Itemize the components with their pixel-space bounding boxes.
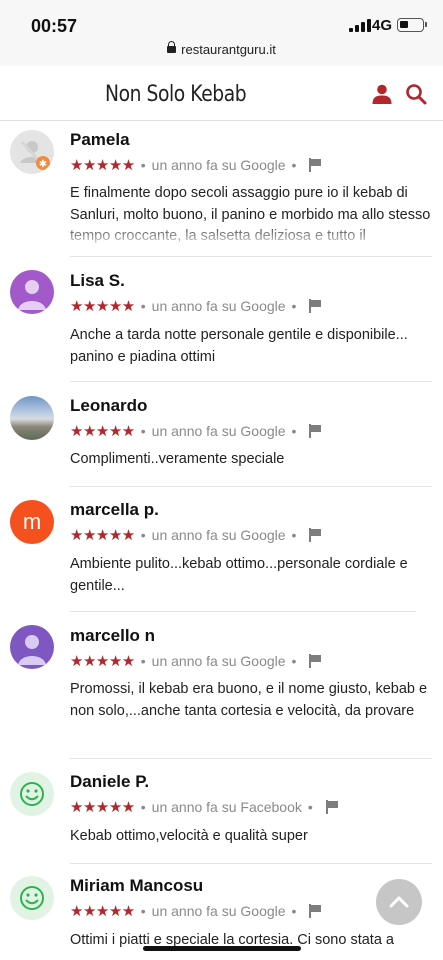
reviewer-name[interactable]: Lisa S. [70,271,125,291]
flag-icon[interactable] [309,528,322,542]
chevron-up-icon [389,896,409,908]
person-icon [10,625,54,669]
reviewer-name[interactable]: marcella p. [70,500,159,520]
divider [70,863,432,864]
review-date-source: un anno fa su Google [151,298,286,314]
search-icon[interactable] [405,83,427,105]
rating-stars: ★★★★★ [70,157,135,174]
photo-avatar [10,396,54,440]
home-indicator[interactable] [143,946,301,951]
reviewer-name[interactable]: Miriam Mancosu [70,876,203,896]
rating-stars: ★★★★★ [70,298,135,315]
default-avatar-icon: ✱ [10,130,54,174]
reviewer-name[interactable]: Pamela [70,130,130,150]
user-icon[interactable] [371,83,393,105]
divider [70,381,432,382]
review-text: Kebab ottimo,velocità e qualità super [70,828,308,844]
svg-text:✱: ✱ [39,159,47,170]
flag-icon[interactable] [309,158,322,172]
battery-icon [397,18,427,32]
review-meta: ★★★★★ • un anno fa su Google • [70,422,322,440]
smiley-icon [10,772,54,816]
review-date-source: un anno fa su Google [151,157,286,173]
divider [70,256,432,257]
review-meta: ★★★★★ • un anno fa su Google • [70,156,322,174]
review-text: Anche a tarda notte personale gentile e … [70,327,408,365]
review-date-source: un anno fa su Google [151,423,286,439]
reviewer-name[interactable]: Daniele P. [70,772,149,792]
divider [70,758,432,759]
address-bar[interactable]: restaurantguru.it [0,41,443,57]
letter-avatar: m [10,500,54,544]
review-date-source: un anno fa su Facebook [151,799,302,815]
site-header: Non Solo Kebab [0,67,443,121]
status-bar: 00:57 4G restaurantguru.it [0,0,443,66]
review-meta: ★★★★★ • un anno fa su Google • [70,297,322,315]
divider [70,486,432,487]
review-meta: ★★★★★ • un anno fa su Google • [70,526,322,544]
signal-icon [349,19,371,32]
address-url: restaurantguru.it [181,42,276,57]
review-meta: ★★★★★ • un anno fa su Google • [70,652,322,670]
review-text: Ambiente pulito...kebab ottimo...persona… [70,556,408,594]
network-label: 4G [372,17,393,34]
review-text: Promossi, il kebab era buono, e il nome … [70,681,428,719]
reviewer-name[interactable]: marcello n [70,626,155,646]
flag-icon[interactable] [309,654,322,668]
flag-icon[interactable] [325,800,339,814]
smiley-icon [10,876,54,920]
review-date-source: un anno fa su Google [151,903,286,919]
person-icon [10,270,54,314]
rating-stars: ★★★★★ [70,527,135,544]
flag-icon[interactable] [309,424,322,438]
rating-stars: ★★★★★ [70,423,135,440]
divider [70,611,416,612]
rating-stars: ★★★★★ [70,653,135,670]
flag-icon[interactable] [309,904,322,918]
page-title: Non Solo Kebab [105,82,247,107]
rating-stars: ★★★★★ [70,799,135,816]
lock-icon [167,41,177,53]
reviewer-name[interactable]: Leonardo [70,396,147,416]
flag-icon[interactable] [309,299,322,313]
scroll-top-button[interactable] [376,879,422,925]
status-time: 00:57 [31,16,78,36]
review-text: Complimenti..veramente speciale [70,451,285,467]
review-date-source: un anno fa su Google [151,653,286,669]
review-meta: ★★★★★ • un anno fa su Google • [70,902,322,920]
review-date-source: un anno fa su Google [151,527,286,543]
rating-stars: ★★★★★ [70,903,135,920]
review-meta: ★★★★★ • un anno fa su Facebook • [70,798,339,816]
